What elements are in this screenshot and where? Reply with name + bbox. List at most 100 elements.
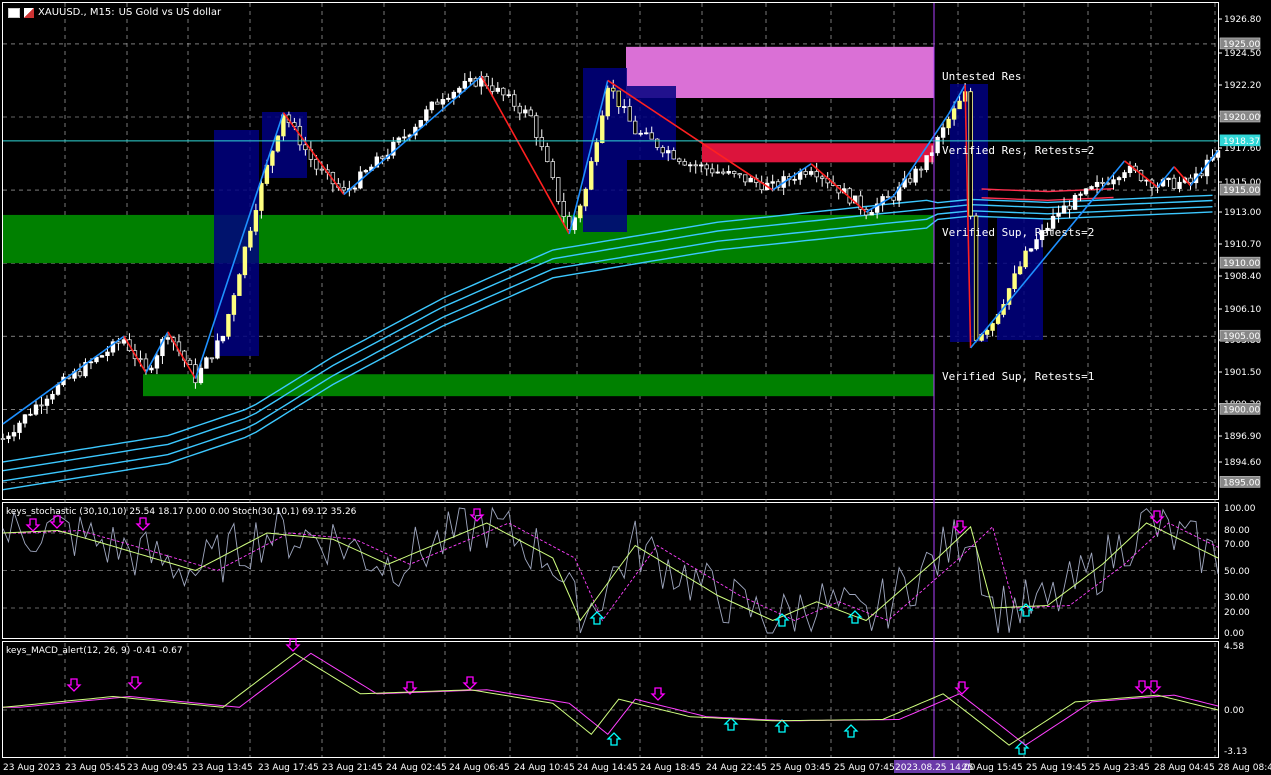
candle-body	[1023, 250, 1028, 268]
candle-body	[1171, 177, 1177, 189]
candle-body	[512, 94, 517, 107]
candle-body	[808, 171, 814, 175]
candle-body	[990, 323, 995, 331]
macd-buy-arrow	[606, 732, 622, 746]
candle-body	[121, 339, 127, 344]
price-tick-label: 1913.00	[1224, 208, 1261, 218]
level-label: 1905.00	[1223, 332, 1260, 342]
macd-sell-arrow	[1146, 680, 1162, 694]
candle-body	[550, 161, 555, 179]
stoch-buy-arrow	[847, 610, 863, 624]
chart-window-icon[interactable]	[8, 7, 20, 18]
time-label: 23 Aug 21:45	[322, 763, 383, 773]
candle-body	[699, 164, 704, 167]
candle-body	[671, 150, 676, 160]
candle-body	[402, 136, 407, 139]
candle-body	[819, 176, 825, 179]
candle-body	[187, 359, 193, 366]
candle-body	[50, 393, 55, 400]
time-label: 23 Aug 05:45	[65, 763, 126, 773]
candle-body	[11, 432, 17, 437]
candle-body	[429, 101, 435, 111]
zigzag-segment	[123, 335, 147, 374]
candle-body	[154, 355, 160, 369]
candle-body	[198, 367, 204, 384]
macd-buy-arrow	[843, 724, 859, 738]
time-label: 28 Aug 04:45	[1154, 763, 1215, 773]
candle-body	[611, 87, 616, 92]
price-tick-label: 1906.10	[1224, 305, 1261, 315]
candle-body	[984, 329, 990, 335]
macd-tick-label: 4.58	[1224, 642, 1244, 652]
time-label: 23 Aug 17:45	[258, 763, 319, 773]
verified-sup-1-label: Verified Sup, Retests=1	[942, 370, 1094, 383]
candle-body	[28, 413, 33, 416]
candle-body	[633, 120, 638, 135]
candle-body	[1094, 181, 1100, 187]
candle-body	[242, 246, 248, 276]
candle-body	[951, 108, 957, 120]
candle-body	[22, 414, 28, 424]
candle-body	[462, 80, 468, 89]
time-label: 25 Aug 03:45	[770, 763, 831, 773]
candle-body	[523, 109, 528, 114]
candle-body	[424, 109, 429, 121]
time-label: 23 Aug 09:45	[127, 763, 188, 773]
stoch-sell-arrow	[135, 517, 151, 531]
price-tick-label: 1901.50	[1224, 368, 1261, 378]
candle-body	[803, 171, 808, 175]
macd-sell-arrow	[66, 678, 82, 692]
candle-body	[1034, 239, 1039, 250]
price-tick-label: 1926.80	[1224, 15, 1261, 25]
zigzag-segment	[1156, 166, 1175, 188]
price-tick-label: 1924.50	[1224, 49, 1261, 59]
candle-body	[0, 438, 6, 440]
zigzag-segment	[1173, 166, 1192, 187]
macd-sell-arrow	[650, 687, 666, 701]
time-label: 25 Aug 15:45	[962, 763, 1023, 773]
candle-body	[259, 183, 264, 211]
candle-body	[495, 87, 500, 92]
candle-body	[748, 177, 753, 183]
candle-body	[814, 171, 819, 178]
candle-body	[1056, 212, 1061, 217]
candle-body	[204, 357, 209, 369]
candle-body	[940, 127, 946, 138]
time-label: 23 Aug 2023	[3, 763, 61, 773]
candle-body	[440, 99, 446, 105]
price-tick-label: 1908.40	[1224, 272, 1261, 282]
chart-canvas[interactable]: 1926.801924.501922.201920.001917.601915.…	[0, 0, 1271, 775]
macd-buy-arrow	[723, 717, 739, 731]
stoch-tick-label: 100.00	[1224, 504, 1256, 514]
macd-sell-arrow	[462, 676, 478, 690]
candle-body	[490, 85, 495, 92]
candle-body	[710, 168, 715, 174]
verified-res-label: Verified Res, Retests=2	[942, 144, 1094, 157]
candle-body	[39, 404, 44, 407]
candle-body	[682, 161, 687, 166]
time-label: 24 Aug 22:45	[706, 763, 767, 773]
level-label: 1915.00	[1223, 186, 1260, 196]
candle-body	[1177, 181, 1182, 189]
candle-body	[731, 171, 737, 174]
price-tick-label: 1910.70	[1224, 240, 1261, 250]
candle-body	[589, 161, 594, 190]
candle-body	[231, 295, 237, 315]
candle-body	[1116, 177, 1122, 181]
candle-body	[253, 210, 259, 232]
candle-body	[319, 168, 325, 171]
time-label: 24 Aug 10:45	[514, 763, 575, 773]
macd-tick-label: 0.00	[1224, 706, 1244, 716]
candle-body	[929, 152, 935, 156]
candle-body	[17, 422, 22, 433]
candle-body	[946, 118, 951, 129]
candle-body	[1188, 177, 1193, 184]
candle-body	[704, 164, 709, 170]
stoch-tick-label: 20.00	[1224, 608, 1250, 618]
header-description: US Gold vs US dollar	[118, 7, 222, 18]
candle-body	[869, 211, 874, 216]
candle-body	[1072, 194, 1078, 210]
candle-body	[534, 115, 539, 138]
candle-body	[666, 150, 671, 154]
candle-body	[600, 115, 605, 143]
